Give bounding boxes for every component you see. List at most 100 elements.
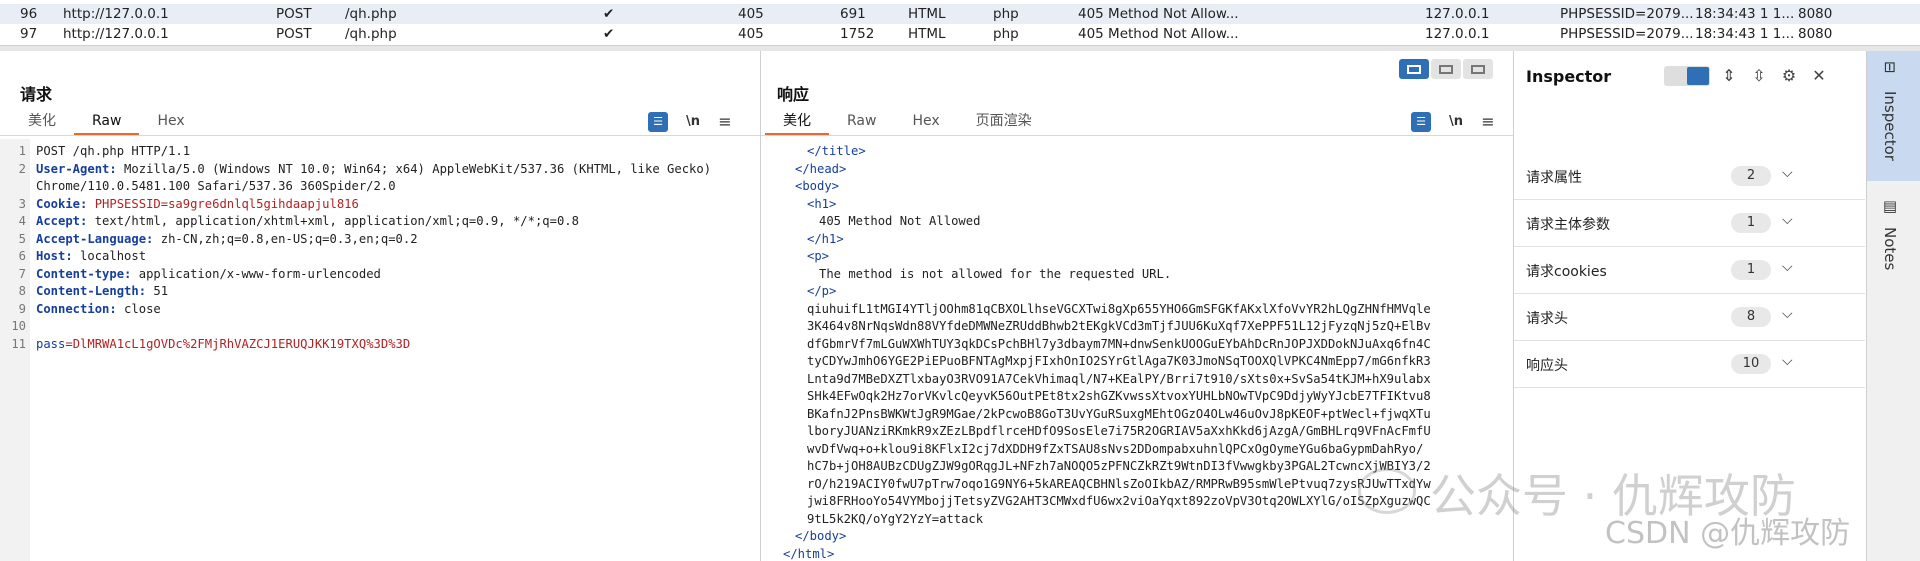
layout-split-icon[interactable] bbox=[1687, 67, 1709, 85]
html-text: rO/h219ACIY0fwU7pTrw7oqo1G9NY6+5kAREAQCB… bbox=[807, 476, 1431, 491]
line-number: 6 bbox=[18, 249, 26, 263]
code-line: </title> bbox=[807, 143, 1513, 161]
html-text: SHk4EFwOqk2Hz7orVKvlcQeyvK56OutPEt8tx2sh… bbox=[807, 389, 1431, 403]
table-cell: 1752 bbox=[840, 26, 875, 42]
line-number: 1 bbox=[18, 144, 26, 158]
header-value: 51 bbox=[146, 284, 169, 298]
html-text: 405 Method Not Allowed bbox=[819, 214, 981, 228]
menu-icon[interactable]: ≡ bbox=[716, 112, 734, 132]
table-cell: POST bbox=[276, 6, 312, 22]
tab-hex[interactable]: Hex bbox=[139, 109, 202, 133]
layout-side-by-side-icon[interactable] bbox=[1399, 59, 1429, 79]
table-cell: POST bbox=[276, 26, 312, 42]
inspector-section[interactable]: 请求属性 2 ⌵ bbox=[1514, 153, 1865, 200]
html-text: BKafnJ2PnsBWKWtJgR9MGae/2kPcwoB8GoT3UvYG… bbox=[807, 406, 1431, 421]
code-line: hC7b+jOH8AUBzCDUgZJW9gORqgJL+NFzh7aNOQO5… bbox=[807, 458, 1513, 476]
gear-icon[interactable]: ⚙ bbox=[1778, 65, 1800, 87]
html-tag: </p> bbox=[807, 284, 837, 298]
code-line: 9tL5k2KQ/oYgY2YzY=attack bbox=[807, 511, 1513, 529]
section-label: 响应头 bbox=[1526, 358, 1568, 374]
chevron-down-icon[interactable]: ⌵ bbox=[1782, 212, 1793, 228]
tab-raw[interactable]: Raw bbox=[74, 109, 140, 136]
table-cell: 8080 bbox=[1798, 6, 1833, 22]
request-editor[interactable]: 1 POST /qh.php HTTP/1.1 2 User-Agent: Mozil… bbox=[0, 139, 760, 561]
table-cell: 127.0.0.1 bbox=[1425, 26, 1490, 42]
newline-toggle[interactable]: \n bbox=[682, 112, 704, 132]
tab-inspector[interactable]: ⊟ Inspector bbox=[1867, 51, 1920, 181]
header-value: =DlMRWA1cL1gOVDc%2FMjRhVAZCJ1ERUQJKK19TX… bbox=[65, 336, 411, 351]
table-row[interactable]: 97 http://127.0.0.1 POST/qh.php ✔ 405 1752 HTM… bbox=[0, 24, 1920, 44]
code-line: 2 User-Agent: Mozilla/5.0 (Windows NT 10.… bbox=[0, 161, 760, 179]
tab-render[interactable]: 页面渲染 bbox=[958, 109, 1050, 133]
code-line: </head> bbox=[795, 161, 1513, 179]
table-cell: ✔ bbox=[603, 6, 615, 22]
header-name: Content-Length: bbox=[36, 284, 147, 298]
note-icon: ▤ bbox=[1881, 197, 1899, 215]
html-text: dfGbmrVf7mLGuWXWhTUY3qkDCsPchBHl7y3dbaym… bbox=[807, 336, 1431, 351]
code-line: tyCDYwJmhO6YGE2PiEPuoBFNTAgMxpjFIxhOnIO2… bbox=[807, 353, 1513, 371]
count-badge: 1 bbox=[1731, 260, 1771, 280]
code-line: <body> bbox=[795, 178, 1513, 196]
collapse-all-icon[interactable]: ⇳ bbox=[1748, 65, 1770, 87]
table-cell: PHPSESSID=2079... bbox=[1560, 26, 1694, 42]
tab-pretty[interactable]: 美化 bbox=[765, 109, 829, 136]
code-line: dfGbmrVf7mLGuWXWhTUY3qkDCsPchBHl7y3dbaym… bbox=[807, 336, 1513, 354]
inspector-section[interactable]: 请求头 8 ⌵ bbox=[1514, 294, 1865, 341]
chevron-down-icon[interactable]: ⌵ bbox=[1782, 353, 1793, 369]
header-name: Content-type: bbox=[36, 266, 132, 281]
table-cell: HTML bbox=[908, 26, 946, 42]
chevron-down-icon[interactable]: ⌵ bbox=[1782, 165, 1793, 181]
line-number: 9 bbox=[18, 301, 26, 316]
close-icon[interactable]: ✕ bbox=[1808, 65, 1830, 87]
side-tab-label: Notes bbox=[1881, 227, 1899, 271]
code-line: 1 POST /qh.php HTTP/1.1 bbox=[0, 143, 760, 161]
header-name: pass bbox=[36, 336, 66, 351]
line-number: 11 bbox=[11, 336, 26, 351]
pretty-print-icon[interactable]: ☰ bbox=[648, 112, 668, 132]
chevron-down-icon[interactable]: ⌵ bbox=[1782, 259, 1793, 275]
inspector-section[interactable]: 请求cookies 1 ⌵ bbox=[1514, 247, 1865, 294]
code-line: Lnta9d7MBeDXZTlxbayO3RVO91A7CekVhimaql/N… bbox=[807, 371, 1513, 389]
html-tag: <h1> bbox=[807, 196, 837, 211]
divider bbox=[761, 135, 1513, 136]
inspector-layout-toggle[interactable] bbox=[1664, 66, 1710, 86]
header-value: text/html, application/xhtml+xml, applic… bbox=[87, 214, 579, 228]
request-panel: 请求 美化 Raw Hex ☰ \n ≡ 1 POST /qh.php HTTP/… bbox=[0, 51, 761, 561]
tab-pretty[interactable]: 美化 bbox=[10, 109, 74, 133]
line-number: 4 bbox=[18, 214, 26, 228]
menu-icon[interactable]: ≡ bbox=[1479, 112, 1497, 132]
chevron-down-icon[interactable]: ⌵ bbox=[1782, 306, 1793, 322]
inspector-section[interactable]: 请求主体参数 1 ⌵ bbox=[1514, 200, 1865, 247]
watermark-credit: CSDN @仇辉攻防 bbox=[1605, 516, 1851, 551]
html-text: lboryJUANziRKmkR9xZEzLBpdflrceHDfO9SosEl… bbox=[807, 424, 1431, 438]
html-text: 3K464v8NrNqsWdn88VYfdeDMWNeZRUddBhwb2tEK… bbox=[807, 319, 1431, 333]
wechat-logo-icon bbox=[1358, 468, 1416, 514]
inspector-section[interactable]: 响应头 10 ⌵ bbox=[1514, 341, 1865, 388]
header-value: localhost bbox=[72, 249, 147, 263]
layout-list-icon[interactable] bbox=[1665, 67, 1687, 85]
request-title: 请求 bbox=[20, 85, 53, 104]
code-line: BKafnJ2PnsBWKWtJgR9MGae/2kPcwoB8GoT3UvYG… bbox=[807, 406, 1513, 424]
expand-all-icon[interactable]: ⇕ bbox=[1718, 65, 1740, 87]
tab-raw[interactable]: Raw bbox=[829, 109, 894, 133]
html-tag: </html> bbox=[783, 546, 835, 561]
tab-hex[interactable]: Hex bbox=[894, 109, 957, 133]
html-text: hC7b+jOH8AUBzCDUgZJW9gORqgJL+NFzh7aNOQO5… bbox=[807, 459, 1431, 473]
table-cell: 405 bbox=[738, 26, 764, 42]
header-name: Accept: bbox=[36, 214, 88, 228]
code-line: 11 pass=DlMRWA1cL1gOVDc%2FMjRhVAZCJ1ERUQJ… bbox=[0, 336, 760, 354]
header-value: PHPSESSID=sa9gre6dnlql5gihdaapjul816 bbox=[87, 196, 359, 211]
header-value: POST /qh.php HTTP/1.1 bbox=[36, 144, 191, 158]
header-name: Cookie: bbox=[36, 196, 88, 211]
html-tag: </body> bbox=[795, 529, 847, 543]
newline-toggle[interactable]: \n bbox=[1445, 112, 1467, 132]
layout-tabbed-icon[interactable] bbox=[1463, 59, 1493, 79]
table-cell: 18:34:43 1 1... bbox=[1695, 6, 1795, 22]
tab-notes[interactable]: ▤ Notes bbox=[1867, 183, 1920, 293]
header-name: Accept-Language: bbox=[36, 231, 154, 246]
code-line: 8 Content-Length: 51 bbox=[0, 283, 760, 301]
layout-stacked-icon[interactable] bbox=[1431, 59, 1461, 79]
html-tag: <body> bbox=[795, 179, 840, 193]
pretty-print-icon[interactable]: ☰ bbox=[1411, 112, 1431, 132]
table-row[interactable]: 96 http://127.0.0.1 POST/qh.php ✔ 405 691 HTML… bbox=[0, 4, 1920, 24]
